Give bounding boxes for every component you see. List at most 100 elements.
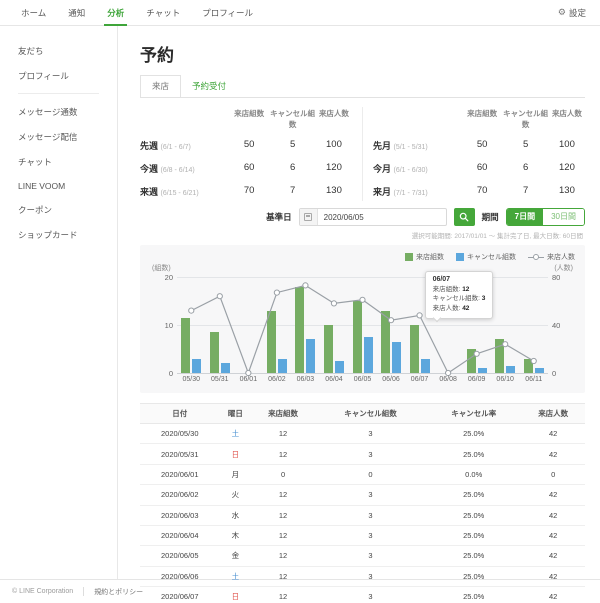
summary-value: 60 — [462, 157, 502, 180]
table-col-header: キャンセル組数 — [315, 404, 426, 424]
base-date-input[interactable]: 2020/06/05 — [299, 208, 447, 226]
nav-item-chat[interactable]: チャット — [135, 0, 191, 26]
summary-value: 6 — [269, 157, 316, 180]
nav-item-profile[interactable]: プロフィール — [191, 0, 264, 26]
sidebar-item-shop-card[interactable]: ショップカード — [18, 222, 117, 247]
sidebar-item-profile[interactable]: プロフィール — [18, 63, 117, 88]
left-axis-caption: (組数) — [152, 263, 171, 273]
top-nav-items: ホーム通知分析チャットプロフィール — [10, 0, 264, 26]
summary-divider — [362, 107, 363, 201]
period-label: 期間 — [482, 211, 499, 223]
legend-item-bar: キャンセル組数 — [456, 252, 516, 262]
reservation-chart: 来店組数キャンセル組数来店人数 (組数) (人数) 010200408005/3… — [140, 245, 585, 393]
copyright-text: © LINE Corporation — [12, 588, 73, 595]
left-axis-tick: 20 — [151, 273, 173, 282]
table-row: 2020/06/01月000.0%0 — [140, 464, 585, 484]
sidebar-item-message-delivery[interactable]: メッセージ配信 — [18, 124, 117, 149]
left-axis-tick: 10 — [151, 321, 173, 330]
cell-day-of-week: 土 — [220, 566, 252, 586]
right-axis-tick: 40 — [552, 321, 574, 330]
sidebar-divider — [18, 93, 99, 94]
calendar-icon — [300, 209, 318, 225]
summary-row-range: (5/1 - 5/31) — [394, 144, 428, 151]
tab-reservation[interactable]: 予約受付 — [181, 76, 237, 97]
table-col-header: キャンセル率 — [426, 404, 521, 424]
cell-value: 25.0% — [426, 424, 521, 444]
period-30days-button[interactable]: 30日間 — [543, 209, 584, 225]
legend-item-bar: 来店組数 — [405, 252, 444, 262]
summary-row-range: (6/1 - 6/30) — [394, 167, 428, 174]
table-row: 2020/06/03水12325.0%42 — [140, 505, 585, 525]
tab-visit[interactable]: 来店 — [140, 75, 181, 98]
cell-day-of-week: 木 — [220, 525, 252, 545]
cell-value: 25.0% — [426, 485, 521, 505]
legend-line-marker-icon — [528, 253, 544, 261]
sidebar: 友だちプロフィールメッセージ通数メッセージ配信チャットLINE VOOMクーポン… — [0, 26, 118, 579]
cell-value: 42 — [521, 444, 585, 464]
summary-corner — [373, 105, 462, 134]
axis-captions: (組数) (人数) — [152, 263, 573, 273]
table-col-header: 来店人数 — [521, 404, 585, 424]
cell-value: 3 — [315, 424, 426, 444]
tooltip-row: 来店組数: 12 — [433, 285, 486, 294]
sidebar-group: メッセージ通数メッセージ配信チャットLINE VOOMクーポンショップカード — [18, 99, 117, 247]
cell-day-of-week: 土 — [220, 424, 252, 444]
summary-col-header: 来店人数 — [549, 105, 585, 134]
nav-item-home[interactable]: ホーム — [10, 0, 57, 26]
top-nav-bar: ホーム通知分析チャットプロフィール ⚙ 設定 — [0, 0, 600, 26]
tooltip-row: キャンセル組数: 3 — [433, 294, 486, 303]
summary-value: 60 — [229, 157, 269, 180]
tab-bar: 来店 予約受付 — [140, 75, 585, 98]
chart-tooltip: 06/07来店組数: 12キャンセル組数: 3来店人数: 42 — [425, 271, 494, 319]
monthly-summary-table: 来店組数キャンセル組数来店人数先月 (5/1 - 5/31)505100今月 (… — [373, 105, 585, 203]
summary-value: 50 — [462, 134, 502, 157]
sidebar-item-chat[interactable]: チャット — [18, 149, 117, 174]
x-axis-label: 06/11 — [517, 376, 551, 383]
tooltip-value: 12 — [462, 286, 469, 293]
period-7days-button[interactable]: 7日間 — [507, 209, 543, 225]
summary-col-header: 来店組数 — [229, 105, 269, 134]
summary-value: 6 — [502, 157, 549, 180]
footer-divider — [83, 587, 84, 596]
table-row: 2020/06/04木12325.0%42 — [140, 525, 585, 545]
tooltip-date: 06/07 — [433, 276, 486, 283]
summary-col-header: キャンセル組数 — [502, 105, 549, 134]
nav-item-notifications[interactable]: 通知 — [57, 0, 96, 26]
search-button[interactable] — [454, 208, 475, 226]
terms-policy-link[interactable]: 規約とポリシー — [94, 587, 143, 597]
sidebar-group: 友だちプロフィール — [18, 38, 117, 88]
table-row: 2020/06/06土12325.0%42 — [140, 566, 585, 586]
gear-icon: ⚙ — [558, 7, 566, 18]
nav-item-analytics[interactable]: 分析 — [96, 0, 135, 26]
right-axis-tick: 80 — [552, 273, 574, 282]
summary-value: 5 — [502, 134, 549, 157]
right-axis-tick: 0 — [552, 369, 574, 378]
summary-value: 7 — [502, 180, 549, 203]
summary-row-range: (6/1 - 6/7) — [161, 144, 191, 151]
cell-value: 0 — [521, 464, 585, 484]
sidebar-item-message-count[interactable]: メッセージ通数 — [18, 99, 117, 124]
cell-value: 3 — [315, 546, 426, 566]
sidebar-item-friends[interactable]: 友だち — [18, 38, 117, 63]
search-icon — [459, 212, 469, 222]
table-col-header: 日付 — [140, 404, 220, 424]
cell-date: 2020/06/04 — [140, 525, 220, 545]
cell-value: 25.0% — [426, 444, 521, 464]
cell-value: 42 — [521, 587, 585, 603]
selectable-period-note: 選択可能期間: 2017/01/01 ～ 集計完了日, 最大日数: 60日間 — [142, 230, 583, 240]
cell-date: 2020/06/06 — [140, 566, 220, 586]
cell-value: 25.0% — [426, 525, 521, 545]
cell-date: 2020/05/30 — [140, 424, 220, 444]
summary-row-range: (6/8 - 6/14) — [161, 167, 195, 174]
cell-day-of-week: 金 — [220, 546, 252, 566]
summary-value: 70 — [462, 180, 502, 203]
summary-section: 来店組数キャンセル組数来店人数先週 (6/1 - 6/7)505100今週 (6… — [140, 105, 585, 203]
summary-value: 100 — [316, 134, 352, 157]
settings-link[interactable]: ⚙ 設定 — [558, 7, 586, 19]
sidebar-item-line-voom[interactable]: LINE VOOM — [18, 174, 117, 197]
summary-value: 130 — [316, 180, 352, 203]
cell-value: 12 — [251, 505, 315, 525]
sidebar-item-coupon[interactable]: クーポン — [18, 197, 117, 222]
cell-day-of-week: 水 — [220, 505, 252, 525]
weekly-summary-table: 来店組数キャンセル組数来店人数先週 (6/1 - 6/7)505100今週 (6… — [140, 105, 352, 203]
